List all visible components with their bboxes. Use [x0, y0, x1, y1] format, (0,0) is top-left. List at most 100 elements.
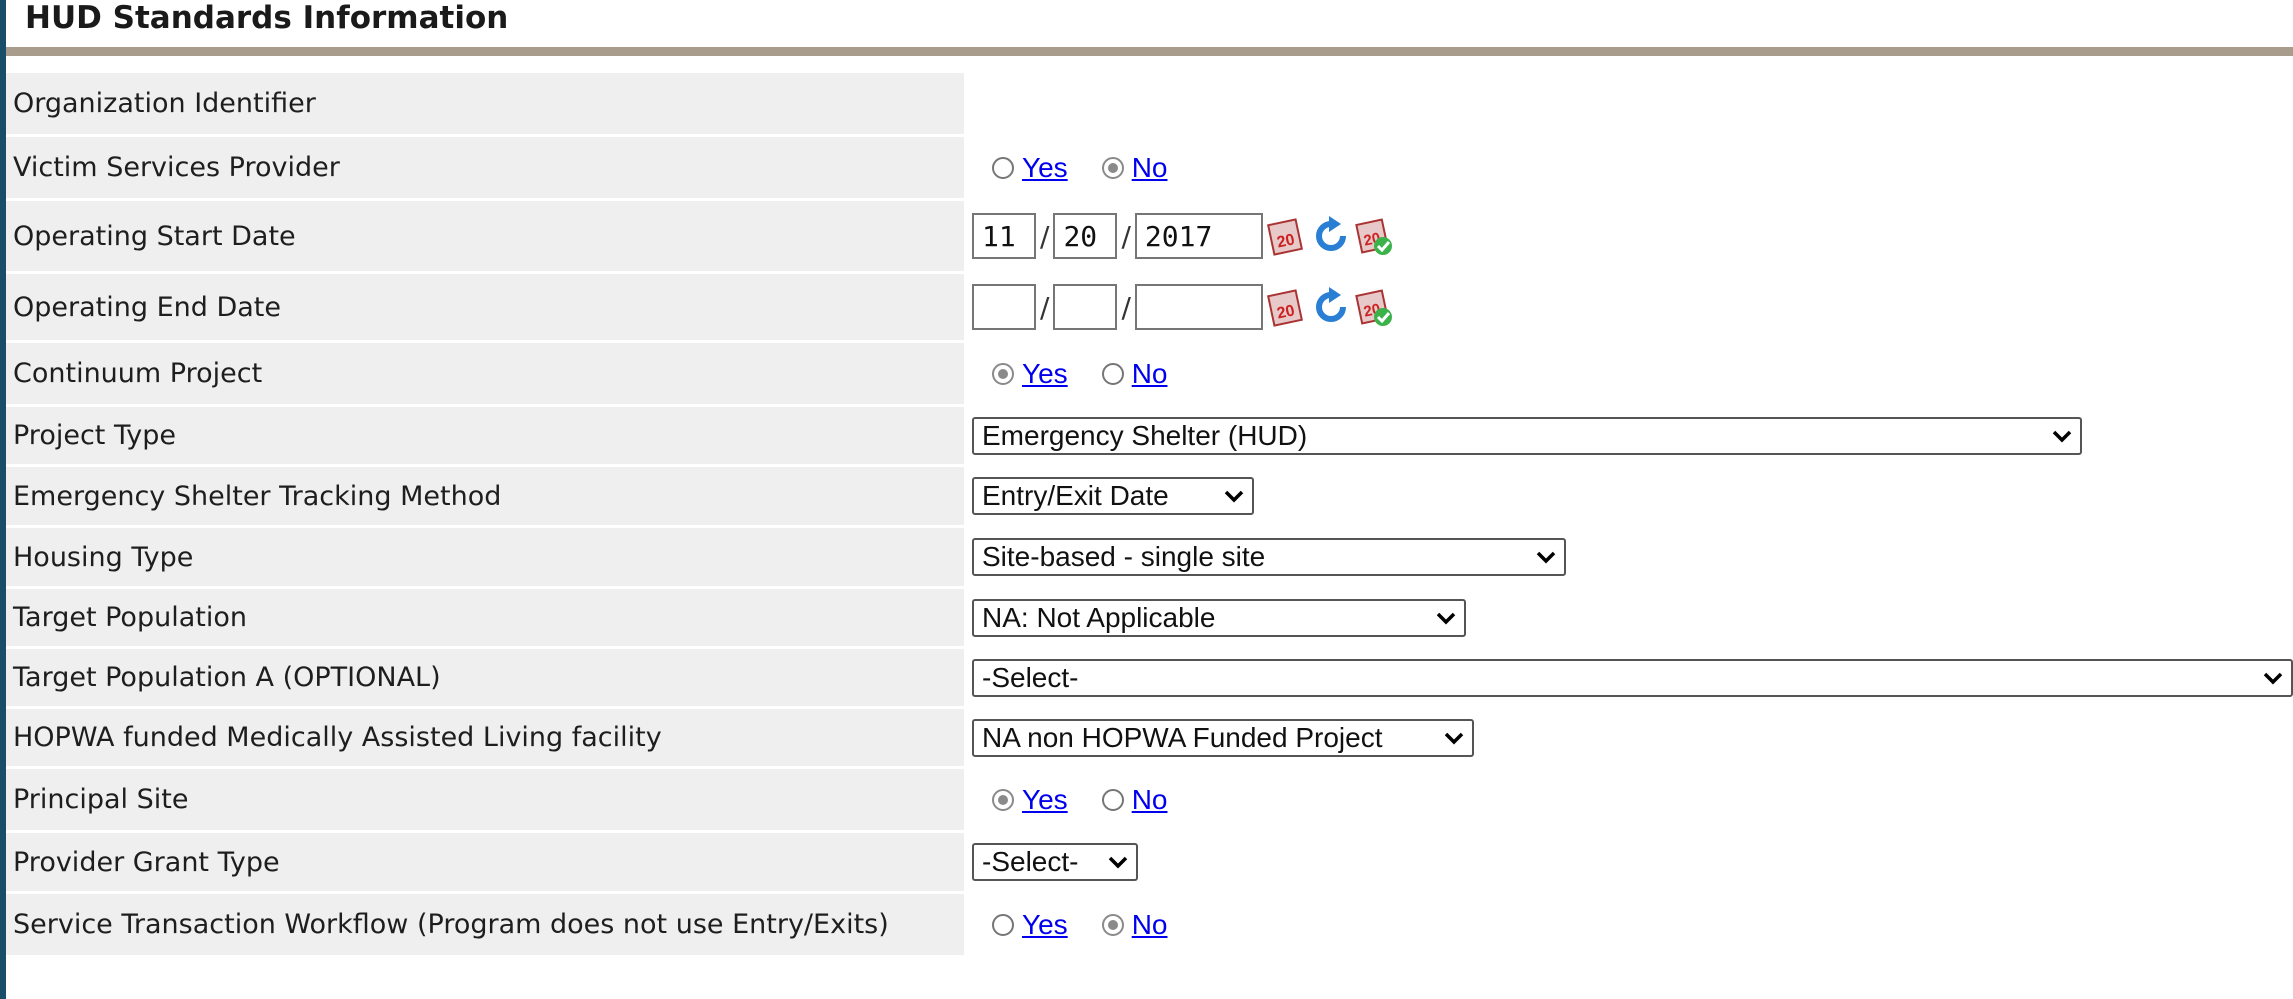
- svg-text:20: 20: [1275, 302, 1296, 322]
- service-workflow-radio-group: Yes No: [992, 909, 1201, 941]
- hopwa-selected-value: NA non HOPWA Funded Project: [982, 721, 1383, 753]
- row-continuum-project: Continuum Project Yes No: [6, 343, 2293, 407]
- label-operating-start-date: Operating Start Date: [6, 201, 964, 271]
- continuum-no-radio[interactable]: [1101, 362, 1124, 385]
- row-principal-site: Principal Site Yes No: [6, 769, 2293, 833]
- continuum-yes-radio[interactable]: [992, 362, 1014, 385]
- calendar-icon[interactable]: 20: [1266, 214, 1307, 258]
- value-operating-start-date: 11 / 20 / 2017 20 20: [972, 201, 2293, 271]
- refresh-icon[interactable]: [1311, 285, 1351, 329]
- target-population-a-select[interactable]: -Select-: [972, 658, 2293, 697]
- continuum-radio-group: Yes No: [992, 358, 1201, 390]
- housing-type-select[interactable]: Site-based - single site: [972, 538, 1566, 576]
- start-year-input[interactable]: 2017: [1134, 213, 1263, 259]
- provider-grant-type-select[interactable]: -Select-: [972, 843, 1138, 881]
- principal-site-radio-group: Yes No: [992, 784, 1201, 816]
- victim-services-no-link[interactable]: No: [1132, 152, 1168, 184]
- value-project-type: Emergency Shelter (HUD): [972, 407, 2293, 464]
- value-operating-end-date: / / 20 20: [972, 274, 2293, 340]
- hopwa-select[interactable]: NA non HOPWA Funded Project: [972, 718, 1474, 757]
- project-type-select[interactable]: Emergency Shelter (HUD): [972, 416, 2082, 455]
- start-day-input[interactable]: 20: [1053, 213, 1118, 259]
- label-project-type: Project Type: [6, 407, 964, 464]
- label-continuum-project: Continuum Project: [6, 343, 964, 404]
- es-tracking-selected-value: Entry/Exit Date: [982, 480, 1169, 511]
- refresh-icon[interactable]: [1311, 214, 1351, 258]
- service-workflow-no-option[interactable]: No: [1101, 909, 1168, 941]
- row-organization-identifier: Organization Identifier: [6, 73, 2293, 137]
- chevron-down-icon: [2263, 672, 2283, 684]
- housing-type-selected-value: Site-based - single site: [982, 541, 1266, 572]
- row-operating-end-date: Operating End Date / / 20 20: [6, 274, 2293, 343]
- row-target-population: Target Population NA: Not Applicable: [6, 589, 2293, 649]
- provider-grant-type-selected-value: -Select-: [982, 846, 1079, 877]
- victim-services-yes-link[interactable]: Yes: [1022, 152, 1068, 184]
- victim-services-no-radio[interactable]: [1101, 156, 1124, 179]
- value-organization-identifier: [972, 73, 2293, 134]
- value-target-population-a: -Select-: [972, 649, 2293, 706]
- value-victim-services-provider: Yes No: [972, 137, 2293, 198]
- chevron-down-icon: [1224, 490, 1244, 503]
- value-es-tracking-method: Entry/Exit Date: [972, 467, 2293, 525]
- calendar-icon[interactable]: 20: [1266, 285, 1307, 329]
- service-workflow-no-radio[interactable]: [1101, 913, 1124, 936]
- value-service-transaction-workflow: Yes No: [972, 894, 2293, 955]
- target-population-a-selected-value: -Select-: [982, 661, 1079, 693]
- row-hopwa: HOPWA funded Medically Assisted Living f…: [6, 709, 2293, 769]
- principal-site-no-link[interactable]: No: [1132, 784, 1168, 816]
- chevron-down-icon: [2052, 430, 2072, 442]
- victim-services-yes-radio[interactable]: [992, 156, 1014, 179]
- es-tracking-method-select[interactable]: Entry/Exit Date: [972, 477, 1254, 515]
- row-housing-type: Housing Type Site-based - single site: [6, 528, 2293, 589]
- end-month-input[interactable]: [972, 284, 1036, 330]
- continuum-no-option[interactable]: No: [1101, 358, 1168, 390]
- row-victim-services-provider: Victim Services Provider Yes No: [6, 137, 2293, 201]
- date-separator: /: [1121, 290, 1131, 324]
- end-year-input[interactable]: [1134, 284, 1263, 330]
- row-target-population-a: Target Population A (OPTIONAL) -Select-: [6, 649, 2293, 709]
- section-title: HUD Standards Information: [25, 0, 509, 36]
- date-separator: /: [1121, 219, 1131, 253]
- principal-site-no-option[interactable]: No: [1101, 784, 1168, 816]
- label-hopwa: HOPWA funded Medically Assisted Living f…: [6, 709, 964, 766]
- principal-site-no-radio[interactable]: [1101, 788, 1124, 811]
- service-workflow-no-link[interactable]: No: [1132, 909, 1168, 941]
- value-provider-grant-type: -Select-: [972, 833, 2293, 891]
- calendar-check-icon[interactable]: 20: [1355, 214, 1395, 258]
- service-workflow-yes-link[interactable]: Yes: [1022, 909, 1068, 941]
- label-victim-services-provider: Victim Services Provider: [6, 137, 964, 198]
- row-project-type: Project Type Emergency Shelter (HUD): [6, 407, 2293, 467]
- victim-services-yes-option[interactable]: Yes: [992, 152, 1068, 184]
- label-es-tracking-method: Emergency Shelter Tracking Method: [6, 467, 964, 525]
- value-principal-site: Yes No: [972, 769, 2293, 830]
- hud-standards-panel: HUD Standards Information Organization I…: [6, 0, 2293, 999]
- operating-end-date-group: / / 20 20: [972, 284, 1395, 330]
- row-es-tracking-method: Emergency Shelter Tracking Method Entry/…: [6, 467, 2293, 528]
- chevron-down-icon: [1444, 732, 1464, 744]
- date-separator: /: [1040, 219, 1050, 253]
- target-population-select[interactable]: NA: Not Applicable: [972, 598, 1466, 637]
- service-workflow-yes-radio[interactable]: [992, 913, 1014, 936]
- project-type-selected-value: Emergency Shelter (HUD): [982, 419, 1308, 451]
- principal-site-yes-link[interactable]: Yes: [1022, 784, 1068, 816]
- value-continuum-project: Yes No: [972, 343, 2293, 404]
- continuum-no-link[interactable]: No: [1132, 358, 1168, 390]
- continuum-yes-option[interactable]: Yes: [992, 358, 1068, 390]
- service-workflow-yes-option[interactable]: Yes: [992, 909, 1068, 941]
- operating-start-date-group: 11 / 20 / 2017 20 20: [972, 213, 1395, 259]
- value-hopwa: NA non HOPWA Funded Project: [972, 709, 2293, 766]
- start-month-input[interactable]: 11: [972, 213, 1036, 259]
- end-day-input[interactable]: [1053, 284, 1118, 330]
- principal-site-yes-option[interactable]: Yes: [992, 784, 1068, 816]
- principal-site-yes-radio[interactable]: [992, 788, 1014, 811]
- calendar-check-icon[interactable]: 20: [1355, 285, 1395, 329]
- chevron-down-icon: [1108, 856, 1128, 869]
- label-service-transaction-workflow: Service Transaction Workflow (Program do…: [6, 894, 964, 955]
- victim-services-no-option[interactable]: No: [1101, 152, 1168, 184]
- row-operating-start-date: Operating Start Date 11 / 20 / 2017 20 2…: [6, 201, 2293, 274]
- continuum-yes-link[interactable]: Yes: [1022, 358, 1068, 390]
- value-target-population: NA: Not Applicable: [972, 589, 2293, 646]
- row-provider-grant-type: Provider Grant Type -Select-: [6, 833, 2293, 894]
- section-header: HUD Standards Information: [6, 0, 2293, 56]
- label-housing-type: Housing Type: [6, 528, 964, 586]
